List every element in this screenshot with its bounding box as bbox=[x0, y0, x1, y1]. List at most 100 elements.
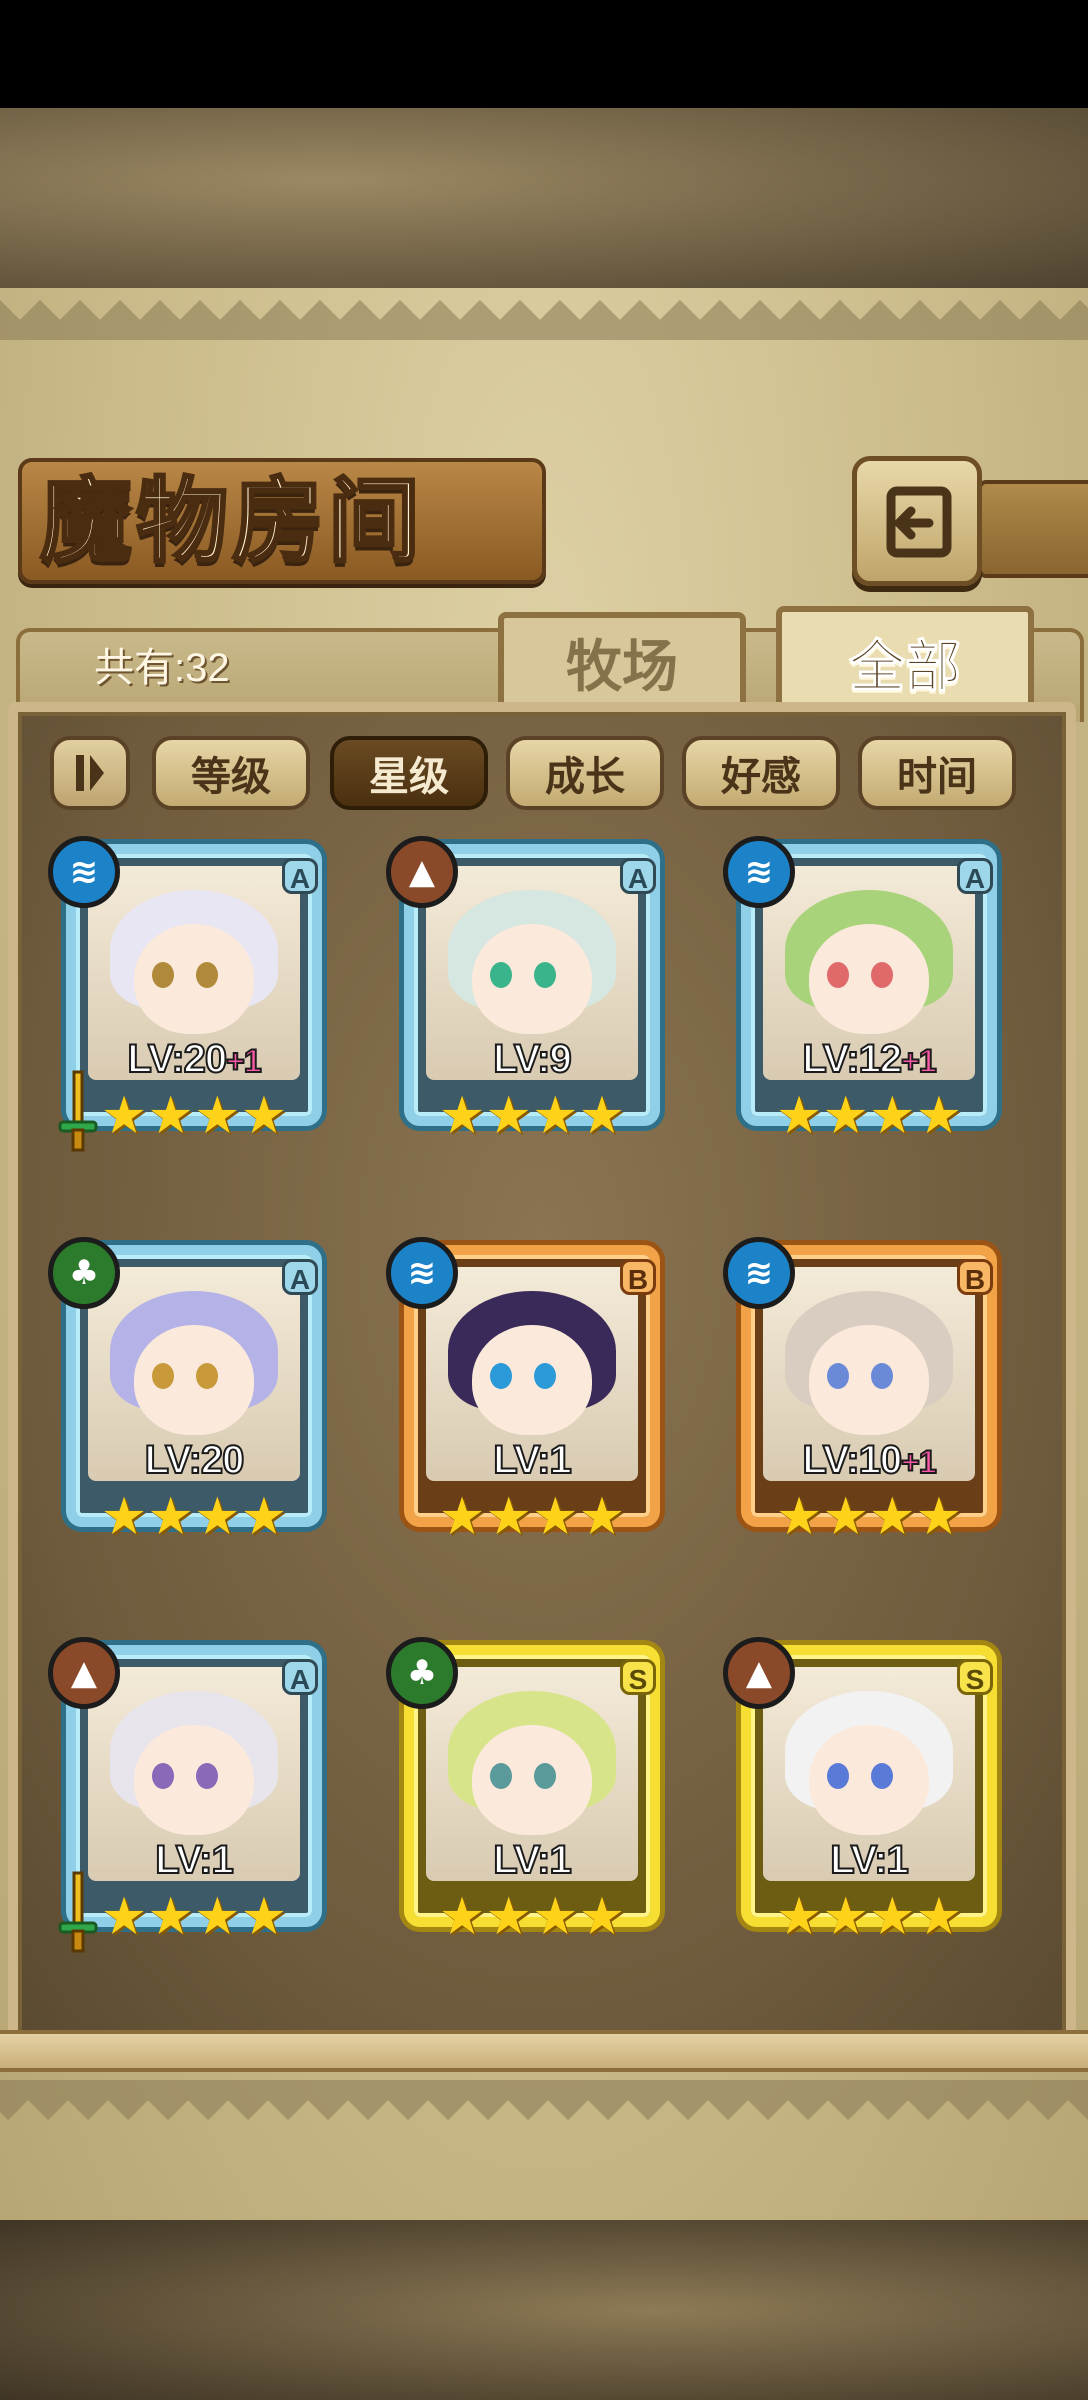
star-icon: ★ bbox=[147, 1887, 194, 1947]
rank-badge: A bbox=[957, 858, 993, 894]
monster-card[interactable]: A ≋ LV:20+1 ★ ★ ★ ★ bbox=[48, 836, 340, 1156]
star-icon: ★ bbox=[775, 1887, 823, 1947]
star-icon: ★ bbox=[822, 1086, 869, 1146]
level-text: LV:20 bbox=[126, 1036, 228, 1082]
return-arrow-icon bbox=[886, 486, 952, 558]
rank-badge: S bbox=[957, 1659, 993, 1695]
star-rating: ★ ★ ★ ★ bbox=[438, 1887, 626, 1947]
level-text: LV:10 bbox=[801, 1437, 903, 1483]
back-button[interactable] bbox=[852, 456, 982, 586]
star-rating: ★ ★ ★ ★ bbox=[775, 1887, 963, 1947]
monster-card[interactable]: A ≋ LV:12+1 ★ ★ ★ ★ bbox=[723, 836, 1015, 1156]
sort-button-level[interactable]: 等级 bbox=[152, 736, 310, 810]
rank-badge: S bbox=[620, 1659, 656, 1695]
sort-order-icon bbox=[76, 755, 104, 791]
portrait-eye bbox=[152, 962, 174, 988]
star-icon: ★ bbox=[578, 1487, 626, 1547]
portrait-eye bbox=[871, 962, 893, 988]
monster-count: 共有:32 bbox=[94, 646, 230, 690]
status-bar bbox=[0, 0, 1088, 108]
monster-card[interactable]: B ≋ LV:1 ★ ★ ★ ★ bbox=[386, 1237, 678, 1557]
water-icon: ≋ bbox=[48, 836, 120, 908]
portrait-eye bbox=[490, 962, 512, 988]
portrait-eye bbox=[534, 1363, 556, 1389]
star-icon: ★ bbox=[147, 1487, 194, 1547]
level-text: LV:1 bbox=[154, 1837, 234, 1883]
monster-card[interactable]: S ▲ LV:1 ★ ★ ★ ★ bbox=[723, 1637, 1015, 1957]
level-text: LV:1 bbox=[829, 1837, 909, 1883]
monster-card[interactable]: A ♣ LV:20 ★ ★ ★ ★ bbox=[48, 1237, 340, 1557]
monster-card[interactable]: B ≋ LV:10+1 ★ ★ ★ ★ bbox=[723, 1237, 1015, 1557]
level-text: LV:1 bbox=[492, 1437, 572, 1483]
monster-level: LV:1 bbox=[426, 1437, 638, 1483]
star-icon: ★ bbox=[194, 1887, 241, 1947]
portrait-eye bbox=[152, 1763, 174, 1789]
star-icon: ★ bbox=[240, 1487, 288, 1547]
water-icon: ≋ bbox=[386, 1237, 458, 1309]
star-icon: ★ bbox=[438, 1887, 486, 1947]
star-icon: ★ bbox=[100, 1887, 148, 1947]
star-icon: ★ bbox=[775, 1086, 823, 1146]
map-background-bottom bbox=[0, 2220, 1088, 2400]
star-icon: ★ bbox=[194, 1086, 241, 1146]
monster-card[interactable]: S ♣ LV:1 ★ ★ ★ ★ bbox=[386, 1637, 678, 1957]
monster-level: LV:20 bbox=[88, 1437, 300, 1483]
sort-button-time[interactable]: 时间 bbox=[858, 736, 1016, 810]
portrait-eye bbox=[196, 1363, 218, 1389]
star-icon: ★ bbox=[822, 1887, 869, 1947]
water-icon: ≋ bbox=[723, 836, 795, 908]
level-bonus: +1 bbox=[900, 1042, 938, 1080]
star-icon: ★ bbox=[532, 1086, 579, 1146]
level-text: LV:9 bbox=[492, 1036, 572, 1082]
rank-badge: A bbox=[282, 858, 318, 894]
rank-badge: B bbox=[957, 1259, 993, 1295]
monster-card[interactable]: A ▲ LV:1 ★ ★ ★ ★ bbox=[48, 1637, 340, 1957]
portrait-eye bbox=[871, 1363, 893, 1389]
star-icon: ★ bbox=[100, 1487, 148, 1547]
tab-farm[interactable]: 牧场 bbox=[498, 612, 746, 712]
portrait-eye bbox=[196, 962, 218, 988]
earth-icon: ▲ bbox=[723, 1637, 795, 1709]
portrait-eye bbox=[490, 1763, 512, 1789]
sort-button-growth[interactable]: 成长 bbox=[506, 736, 664, 810]
wood-icon: ♣ bbox=[48, 1237, 120, 1309]
sort-button-star[interactable]: 星级 bbox=[330, 736, 488, 810]
earth-icon: ▲ bbox=[48, 1637, 120, 1709]
star-rating: ★ ★ ★ ★ bbox=[100, 1487, 288, 1547]
star-icon: ★ bbox=[578, 1887, 626, 1947]
water-icon: ≋ bbox=[723, 1237, 795, 1309]
star-icon: ★ bbox=[869, 1487, 916, 1547]
wood-icon: ♣ bbox=[386, 1637, 458, 1709]
star-icon: ★ bbox=[100, 1086, 148, 1146]
star-rating: ★ ★ ★ ★ bbox=[439, 1086, 626, 1146]
portrait-eye bbox=[827, 1763, 849, 1789]
star-icon: ★ bbox=[240, 1887, 288, 1947]
star-icon: ★ bbox=[438, 1487, 486, 1547]
star-rating: ★ ★ ★ ★ bbox=[438, 1487, 626, 1547]
star-icon: ★ bbox=[485, 1086, 532, 1146]
portrait-eye bbox=[827, 1363, 849, 1389]
panel-zigzag-top bbox=[0, 300, 1088, 340]
sort-button-affinity[interactable]: 好感 bbox=[682, 736, 840, 810]
earth-icon: ▲ bbox=[386, 836, 458, 908]
monster-level: LV:1 bbox=[88, 1837, 300, 1883]
star-rating: ★ ★ ★ ★ bbox=[100, 1887, 288, 1947]
star-icon: ★ bbox=[532, 1487, 579, 1547]
rank-badge: A bbox=[282, 1659, 318, 1695]
portrait-eye bbox=[871, 1763, 893, 1789]
star-icon: ★ bbox=[485, 1887, 532, 1947]
panel-bottom-rail bbox=[0, 2030, 1088, 2072]
star-icon: ★ bbox=[240, 1086, 288, 1146]
star-rating: ★ ★ ★ ★ bbox=[775, 1086, 963, 1146]
level-bonus: +1 bbox=[225, 1042, 263, 1080]
portrait-eye bbox=[152, 1363, 174, 1389]
star-icon: ★ bbox=[822, 1487, 869, 1547]
rank-badge: A bbox=[620, 858, 656, 894]
star-icon: ★ bbox=[915, 1887, 963, 1947]
star-rating: ★ ★ ★ ★ bbox=[100, 1086, 288, 1146]
map-background-top bbox=[0, 108, 1088, 288]
monster-card[interactable]: A ▲ LV:9 ★ ★ ★ ★ bbox=[386, 836, 678, 1156]
monster-level: LV:1 bbox=[763, 1837, 975, 1883]
sort-order-toggle[interactable] bbox=[50, 736, 130, 810]
star-icon: ★ bbox=[485, 1487, 532, 1547]
